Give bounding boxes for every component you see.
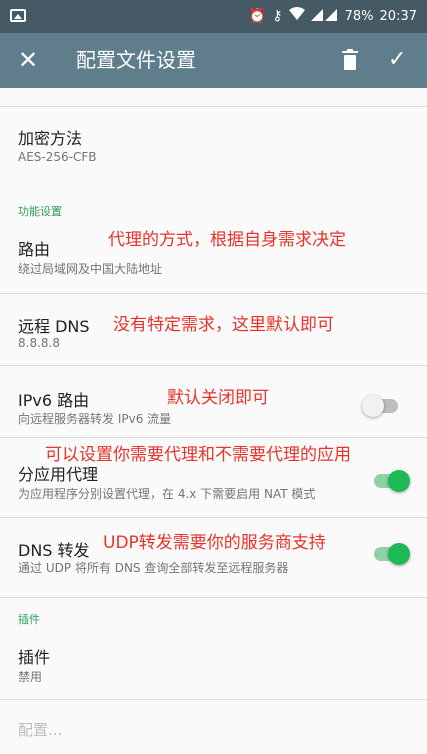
key-icon: ⚷ (272, 8, 283, 24)
annotation-remote-dns: 没有特定需求，这里默认即可 (113, 315, 334, 335)
pref-plugin-title: 插件 (18, 648, 51, 667)
pref-ipv6-summary: 向远程服务器转发 IPv6 流量 (18, 412, 172, 426)
pref-route-summary: 绕过局域网及中国大陆地址 (18, 262, 163, 276)
pref-per-app-title: 分应用代理 (18, 465, 99, 484)
pref-remote-dns-summary: 8.8.8.8 (18, 336, 60, 350)
pref-per-app-summary: 为应用程序分别设置代理，在 4.x 下需要启用 NAT 模式 (18, 487, 316, 501)
trash-icon[interactable] (342, 46, 358, 74)
divider (0, 437, 427, 438)
check-icon[interactable]: ✓ (388, 45, 406, 75)
category-plugin: 插件 (18, 613, 40, 626)
annotation-dns-forward: UDP转发需要你的服务商支持 (103, 533, 326, 553)
divider (0, 365, 427, 366)
close-icon[interactable]: ✕ (18, 44, 38, 76)
image-icon (10, 9, 26, 22)
divider (0, 517, 427, 518)
dns-forward-toggle[interactable] (370, 541, 410, 565)
divider (0, 597, 427, 598)
pref-encryption-title: 加密方法 (18, 129, 83, 148)
annotation-route: 代理的方式，根据自身需求决定 (108, 230, 346, 250)
pref-dns-forward-summary: 通过 UDP 将所有 DNS 查询全部转发至远程服务器 (18, 561, 289, 575)
ipv6-toggle[interactable] (362, 393, 402, 417)
pref-remote-dns-title: 远程 DNS (18, 317, 90, 336)
pref-encryption-summary: AES-256-CFB (18, 150, 97, 164)
page-title: 配置文件设置 (76, 48, 196, 72)
category-feature-settings: 功能设置 (18, 205, 62, 218)
per-app-toggle[interactable] (370, 468, 410, 492)
status-bar: ⏰ ⚷ 78% 20:37 (0, 0, 427, 33)
status-icons: ⏰ ⚷ 78% 20:37 (249, 7, 417, 25)
pref-plugin-config: 配置... (18, 721, 63, 739)
status-time: 20:37 (379, 8, 417, 24)
annotation-ipv6: 默认关闭即可 (167, 388, 269, 408)
wifi-icon (288, 7, 305, 25)
pref-plugin-summary: 禁用 (18, 670, 43, 684)
signal-icon (310, 7, 339, 25)
pref-route-title: 路由 (18, 240, 51, 259)
alarm-icon: ⏰ (248, 8, 267, 24)
divider (0, 699, 427, 700)
app-toolbar: ✕ 配置文件设置 ✓ (0, 33, 427, 88)
battery-percent: 78% (344, 8, 374, 24)
pref-dns-forward-title: DNS 转发 (18, 541, 90, 560)
divider (0, 106, 427, 107)
divider (0, 293, 427, 294)
pref-ipv6-title: IPv6 路由 (18, 391, 90, 410)
